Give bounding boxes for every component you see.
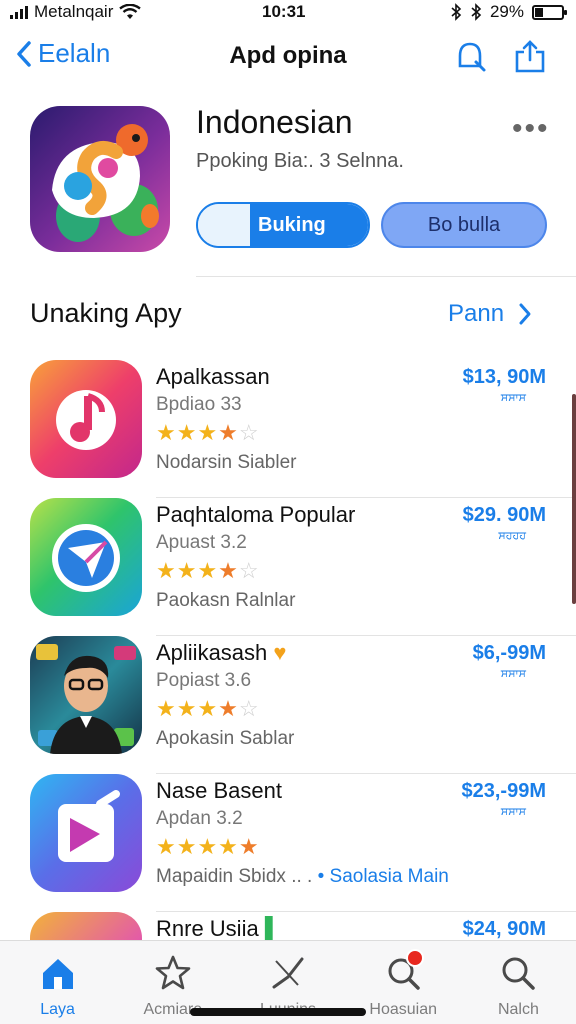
- app-name: Apalkassan: [156, 364, 270, 389]
- app-price[interactable]: $24, 90M: [463, 918, 546, 941]
- app-icon-music: [30, 360, 142, 478]
- app-category: Apokasin Sablar: [156, 728, 295, 749]
- app-title: Indonesian: [196, 104, 353, 140]
- price-unit: ਸਸਾਸ: [500, 806, 526, 818]
- rating-stars: ★★★★★: [156, 834, 260, 859]
- app-name: Nase Basent: [156, 778, 282, 803]
- tab-label: Hoasuian: [369, 1001, 438, 1018]
- list-item[interactable]: Nase Basent Apdan 3.2 ★★★★★ Mapaidin Sbi…: [0, 774, 576, 912]
- notification-badge: [405, 949, 424, 967]
- rating-stars: ★★★★☆: [156, 558, 260, 583]
- rating-stars: ★★★★☆: [156, 420, 260, 445]
- app-price[interactable]: $6,-99M: [473, 642, 546, 665]
- search-icon: [502, 957, 536, 990]
- paper-plane-icon: [52, 524, 120, 592]
- status-right: 29%: [450, 2, 567, 22]
- list-item[interactable]: Apliikasash ♥ Popiast 3.6 ★★★★☆ Apokasin…: [0, 636, 576, 774]
- app-category-text: Mapaidin Sbidx .. .: [156, 866, 313, 887]
- bird-logo-icon: [52, 124, 159, 242]
- app-meta: Apuast 3.2: [156, 532, 247, 553]
- price-unit: ਸਸਾਸ: [500, 392, 526, 404]
- verified-icon: ♥: [273, 640, 287, 665]
- app-meta: Bpdiao 33: [156, 394, 242, 415]
- price-unit: ਸਹਹਹ: [498, 530, 526, 542]
- tab-label: Laya: [40, 1001, 75, 1018]
- primary-button-label: Buking: [250, 204, 368, 246]
- share-icon[interactable]: [512, 38, 548, 74]
- status-time: 10:31: [262, 2, 306, 21]
- music-note-icon: [56, 390, 116, 450]
- bluetooth-icon: [451, 3, 462, 21]
- list-item[interactable]: Apalkassan Bpdiao 33 ★★★★☆ Nodarsin Siab…: [0, 360, 576, 498]
- list-item[interactable]: Paqhtaloma Popular Apuast 3.2 ★★★★☆ Paok…: [0, 498, 576, 636]
- page-title: Apd opina: [229, 42, 347, 69]
- more-options-icon[interactable]: •••: [512, 112, 550, 146]
- wifi-icon: [119, 4, 142, 19]
- app-name: Rnre Usiia ▌: [156, 916, 280, 942]
- app-price[interactable]: $13, 90M: [463, 366, 546, 389]
- tab-label: Nalch: [497, 1001, 539, 1018]
- app-icon-messenger: [30, 498, 142, 616]
- app-category: Nodarsin Siabler: [156, 452, 297, 473]
- app-meta: Popiast 3.6: [156, 670, 252, 691]
- primary-action-button[interactable]: Buking: [196, 202, 370, 248]
- battery-level: [535, 7, 543, 17]
- carrier-label: Metalnqair: [34, 2, 114, 21]
- section-title: Unaking Apy: [30, 298, 182, 328]
- battery-percent: 29%: [489, 2, 524, 21]
- app-name-text: Apliikasash: [156, 640, 268, 665]
- app-icon-avatar: [30, 636, 142, 754]
- star-icon: [155, 955, 191, 990]
- search-icon[interactable]: [452, 38, 488, 74]
- price-unit: ਸਸਾਸ: [500, 668, 526, 680]
- battery-icon: [532, 4, 567, 20]
- see-all-label: Pann: [448, 300, 505, 327]
- app-category: Mapaidin Sbidx .. . • Saolasia Main: [156, 866, 449, 888]
- status-left: Metalnqair: [10, 2, 142, 22]
- video-edit-icon: [58, 790, 120, 862]
- status-bar: Metalnqair 10:31 29%: [0, 0, 576, 26]
- button-left-segment: [198, 204, 250, 246]
- edge-scroll-indicator: [572, 394, 576, 604]
- app-category: Paokasn Ralnlar: [156, 590, 296, 611]
- person-avatar-icon: [36, 644, 136, 754]
- app-name: Paqhtaloma Popular: [156, 502, 356, 527]
- tab-home[interactable]: Laya: [0, 941, 115, 1024]
- secondary-action-button[interactable]: Bo bulla: [381, 202, 547, 248]
- hero-divider: [196, 276, 576, 277]
- flag-icon: ▌: [264, 916, 281, 941]
- signal-icon: [10, 5, 28, 19]
- see-all-link[interactable]: Pann: [448, 300, 532, 328]
- app-name-text: Rnre Usiia: [156, 916, 259, 941]
- rating-stars: ★★★★☆: [156, 696, 260, 721]
- hero-app-icon[interactable]: [30, 106, 170, 252]
- compass-icon: [272, 957, 304, 989]
- home-indicator: [190, 1008, 366, 1016]
- app-icon-video: [30, 774, 142, 892]
- tab-search[interactable]: Nalch: [461, 941, 576, 1024]
- app-tag[interactable]: • Saolasia Main: [318, 866, 449, 887]
- app-name: Apliikasash ♥: [156, 640, 286, 666]
- bluetooth-icon-2: [471, 3, 482, 21]
- nav-bar: Eelaln Apd opina: [0, 30, 576, 80]
- app-price[interactable]: $29. 90M: [463, 504, 546, 527]
- chevron-right-icon: [519, 303, 531, 325]
- app-price[interactable]: $23,-99M: [462, 780, 547, 803]
- app-meta: Apdan 3.2: [156, 808, 243, 829]
- app-subtitle: Ppoking Bia:. 3 Selnna.: [196, 150, 404, 172]
- home-icon: [42, 959, 73, 989]
